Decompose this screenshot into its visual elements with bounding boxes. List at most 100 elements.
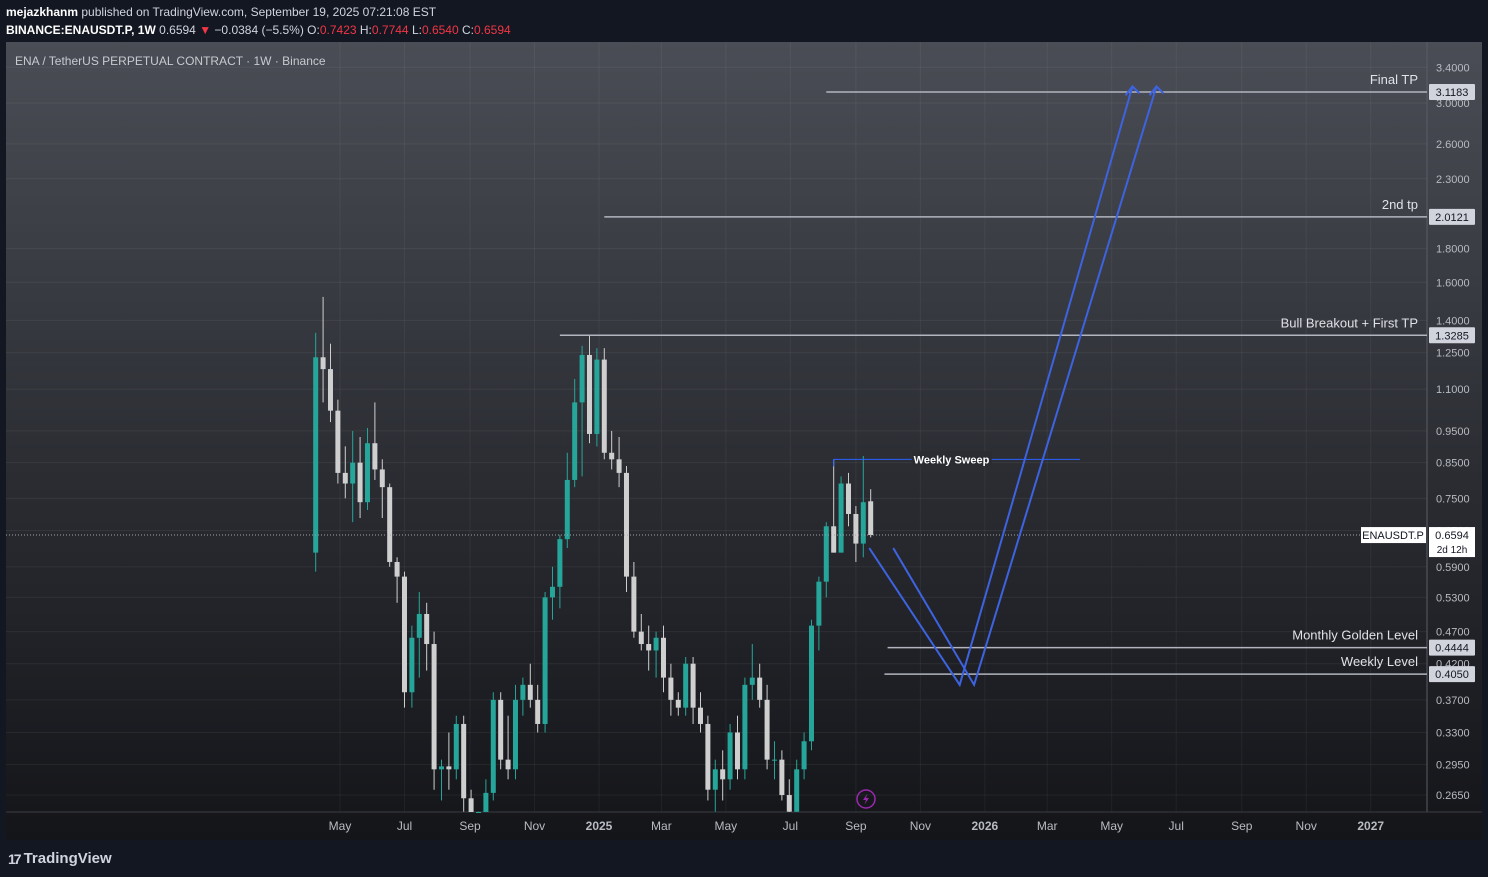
level-price-label: 1.3285: [1435, 330, 1469, 342]
time-tick-label: Sep: [845, 819, 867, 833]
price-tick-label: 2.6000: [1436, 139, 1470, 151]
level-label: Final TP: [1370, 72, 1418, 87]
footer: 17 TradingView: [0, 840, 1488, 877]
time-tick-label: 2026: [972, 819, 999, 833]
candle-body: [520, 684, 526, 700]
candle-body: [838, 483, 844, 553]
candle-body: [387, 487, 393, 562]
candle-body: [623, 472, 629, 577]
candle-body: [409, 637, 415, 693]
tv-logo-icon: 17: [8, 850, 22, 867]
candle-body: [431, 644, 437, 770]
candle-body: [646, 644, 652, 651]
candle-body: [742, 684, 748, 770]
candle-body: [705, 723, 711, 790]
candle-body: [364, 443, 370, 503]
price-tick-label: 0.8500: [1436, 458, 1470, 470]
candle-body: [372, 443, 378, 470]
candle-body: [527, 684, 533, 700]
candle-body: [468, 798, 474, 812]
candle-body: [438, 766, 444, 770]
candle-body: [335, 410, 341, 473]
candle-body: [638, 631, 644, 645]
candle-body: [845, 483, 851, 514]
price-tick-label: 1.6000: [1436, 277, 1470, 289]
candle-body: [631, 576, 637, 632]
time-tick-label: 2027: [1357, 819, 1384, 833]
level-price-label: 0.4050: [1435, 669, 1469, 681]
candle-body: [475, 812, 481, 813]
price-tick-label: 2.3000: [1436, 174, 1470, 186]
price-tick-label: 1.1000: [1436, 384, 1470, 396]
candle-body: [697, 707, 703, 724]
candle-body: [394, 561, 400, 577]
time-tick-label: Nov: [1296, 819, 1317, 833]
time-tick-label: Mar: [1037, 819, 1058, 833]
bar-countdown: 2d 12h: [1437, 545, 1468, 556]
candle-body: [609, 452, 615, 460]
level-price-label: 2.0121: [1435, 212, 1469, 224]
candle-body: [601, 359, 607, 453]
candle-body: [660, 637, 666, 678]
candle-body: [461, 723, 467, 799]
candle-body: [749, 677, 755, 685]
candle-body: [808, 625, 814, 742]
candle-body: [490, 699, 496, 793]
candle-body: [712, 769, 718, 790]
candle-body: [683, 663, 689, 708]
time-tick-label: Jul: [783, 819, 798, 833]
level-label: Weekly Level: [1341, 654, 1418, 669]
candle-body: [564, 479, 570, 540]
price-tick-label: 0.5900: [1436, 562, 1470, 574]
candle-body: [616, 459, 622, 473]
time-tick-label: Mar: [651, 819, 672, 833]
level-label: Monthly Golden Level: [1292, 628, 1418, 643]
price-tick-label: 0.2650: [1436, 790, 1470, 802]
candle-body: [542, 597, 548, 724]
candle-body: [446, 766, 452, 770]
candle-body: [675, 699, 681, 708]
candle-body: [794, 769, 800, 812]
candle-body: [379, 469, 385, 488]
price-tick-label: 0.2950: [1436, 759, 1470, 771]
candle-body: [483, 792, 489, 812]
candle-body: [860, 502, 866, 544]
tradingview-logo[interactable]: 17 TradingView: [8, 850, 112, 867]
time-tick-label: Nov: [910, 819, 931, 833]
candle-body: [831, 526, 837, 553]
symbol-tag: ENAUSDT.P: [1362, 530, 1424, 542]
price-chart[interactable]: ENA / TetherUS PERPETUAL CONTRACT · 1W ·…: [0, 0, 1488, 877]
candle-body: [779, 759, 785, 796]
candle-body: [771, 759, 777, 761]
candle-body: [853, 513, 859, 544]
price-tick-label: 0.5300: [1436, 592, 1470, 604]
current-price-label: 0.6594: [1435, 530, 1469, 542]
candle-body: [416, 613, 422, 638]
candle-body: [453, 723, 459, 770]
time-tick-label: 2025: [586, 819, 613, 833]
candle-body: [498, 699, 504, 760]
price-tick-label: 0.7500: [1436, 493, 1470, 505]
time-tick-label: Jul: [1169, 819, 1184, 833]
candle-body: [505, 759, 511, 770]
candle-body: [757, 677, 763, 700]
candle-body: [720, 769, 726, 780]
chart-title: ENA / TetherUS PERPETUAL CONTRACT · 1W ·…: [15, 54, 326, 68]
time-tick-label: May: [715, 819, 738, 833]
candle-body: [357, 462, 363, 503]
level-label: Bull Breakout + First TP: [1281, 315, 1418, 330]
time-tick-label: May: [329, 819, 352, 833]
candle-body: [816, 581, 822, 626]
candle-body: [424, 613, 430, 645]
price-tick-label: 0.4700: [1436, 627, 1470, 639]
candle-body: [668, 677, 674, 700]
price-tick-label: 0.9500: [1436, 426, 1470, 438]
candle-body: [350, 462, 356, 484]
candle-body: [401, 576, 407, 693]
weekly-sweep-label: Weekly Sweep: [914, 454, 990, 466]
tv-logo-text: TradingView: [23, 850, 112, 867]
candle-body: [690, 663, 696, 708]
price-tick-label: 3.4000: [1436, 62, 1470, 74]
candle-body: [594, 359, 600, 434]
candle-body: [535, 699, 541, 724]
